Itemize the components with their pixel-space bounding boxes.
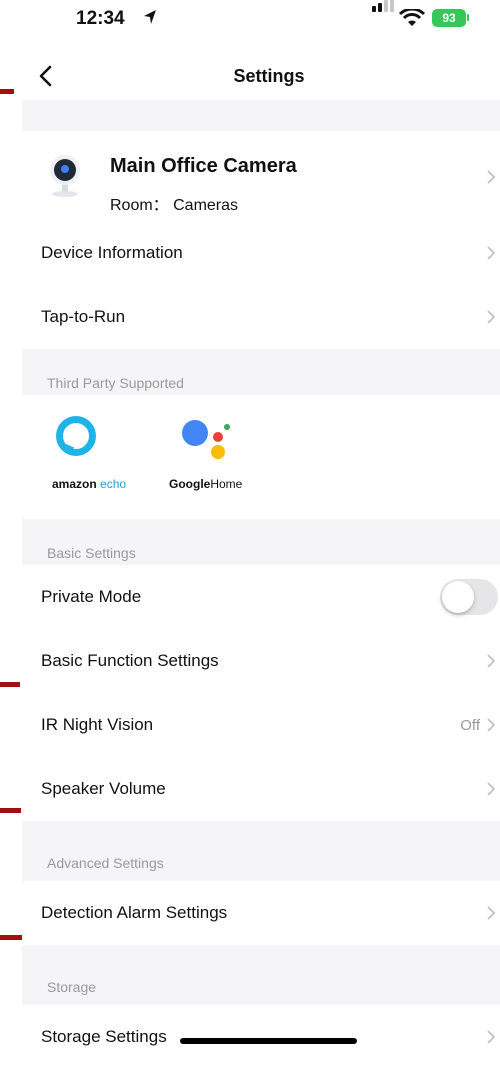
- page-title: Settings: [233, 66, 305, 86]
- chevron-right-icon: [487, 246, 496, 260]
- row-label: Storage Settings: [41, 1027, 167, 1046]
- speaker-volume-row[interactable]: Speaker Volume: [22, 757, 500, 821]
- section-spacer: [22, 100, 500, 131]
- amazon-echo-label: amazon echo: [52, 477, 127, 491]
- row-label: Speaker Volume: [41, 779, 166, 798]
- chevron-right-icon: [487, 906, 496, 920]
- google-home-label: GoogleHome: [169, 477, 243, 491]
- section-label-third-party: Third Party Supported: [22, 349, 500, 395]
- section-label-advanced: Advanced Settings: [22, 821, 500, 881]
- chevron-right-icon: [487, 1030, 496, 1044]
- settings-list: Main Office Camera Room： Cameras Device …: [22, 100, 500, 1069]
- edge-marker: [0, 682, 20, 687]
- home-indicator: [180, 1038, 357, 1044]
- private-mode-row: Private Mode: [22, 565, 500, 629]
- status-time: 12:34: [76, 8, 125, 29]
- basic-function-settings-row[interactable]: Basic Function Settings: [22, 629, 500, 693]
- edge-marker: [0, 808, 21, 813]
- row-label: Detection Alarm Settings: [41, 903, 228, 922]
- row-label: Device Information: [41, 243, 183, 262]
- chevron-right-icon: [487, 170, 496, 184]
- google-assistant-logo-icon[interactable]: [179, 417, 235, 463]
- location-arrow-icon: [144, 10, 156, 24]
- camera-device-icon: [50, 155, 80, 197]
- device-room: Room： Cameras: [110, 197, 239, 214]
- third-party-panel: amazon echo GoogleHome: [22, 395, 500, 519]
- edge-marker: [0, 89, 14, 94]
- storage-settings-row[interactable]: Storage Settings: [22, 1005, 500, 1069]
- chevron-right-icon: [487, 310, 496, 324]
- battery-indicator: 93: [432, 9, 466, 27]
- detection-alarm-settings-row[interactable]: Detection Alarm Settings: [22, 881, 500, 945]
- amazon-alexa-logo-icon[interactable]: [55, 415, 97, 457]
- ir-night-vision-value: Off: [460, 716, 480, 734]
- row-label: IR Night Vision: [41, 715, 154, 734]
- battery-tip: [467, 14, 469, 21]
- tap-to-run-row[interactable]: Tap-to-Run: [22, 285, 500, 349]
- device-name: Main Office Camera: [110, 155, 297, 177]
- row-label: Tap-to-Run: [41, 307, 126, 326]
- private-mode-toggle[interactable]: [440, 579, 498, 615]
- ir-night-vision-row[interactable]: IR Night Vision Off: [22, 693, 500, 757]
- chevron-right-icon: [487, 782, 496, 796]
- device-information-row[interactable]: Device Information: [22, 221, 500, 285]
- chevron-right-icon: [487, 654, 496, 668]
- section-label-basic: Basic Settings: [22, 519, 500, 565]
- toggle-knob: [442, 581, 474, 613]
- chevron-right-icon: [487, 718, 496, 732]
- status-bar: 12:34 93: [0, 0, 500, 44]
- row-label: Basic Function Settings: [41, 651, 219, 670]
- row-label: Private Mode: [41, 587, 142, 606]
- wifi-icon: [399, 9, 425, 26]
- device-card[interactable]: Main Office Camera Room： Cameras: [22, 131, 500, 221]
- section-label-storage: Storage: [22, 945, 500, 1005]
